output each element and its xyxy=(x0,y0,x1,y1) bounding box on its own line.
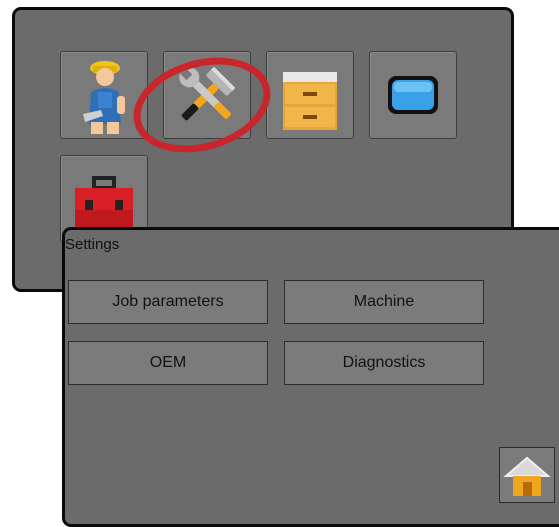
diagnostics-button[interactable]: Diagnostics xyxy=(284,341,484,385)
home-icon xyxy=(503,456,551,496)
job-parameters-button[interactable]: Job parameters xyxy=(68,280,268,324)
oem-button[interactable]: OEM xyxy=(68,341,268,385)
file-cabinet-tile[interactable] xyxy=(266,51,354,139)
display-tile[interactable] xyxy=(369,51,457,139)
home-button[interactable] xyxy=(499,447,555,503)
settings-title: Settings xyxy=(65,236,120,253)
blue-screen-icon xyxy=(388,76,438,114)
machine-button[interactable]: Machine xyxy=(284,280,484,324)
file-cabinet-icon xyxy=(283,72,337,130)
settings-panel: Settings Job parameters Machine OEM Diag… xyxy=(62,227,559,527)
